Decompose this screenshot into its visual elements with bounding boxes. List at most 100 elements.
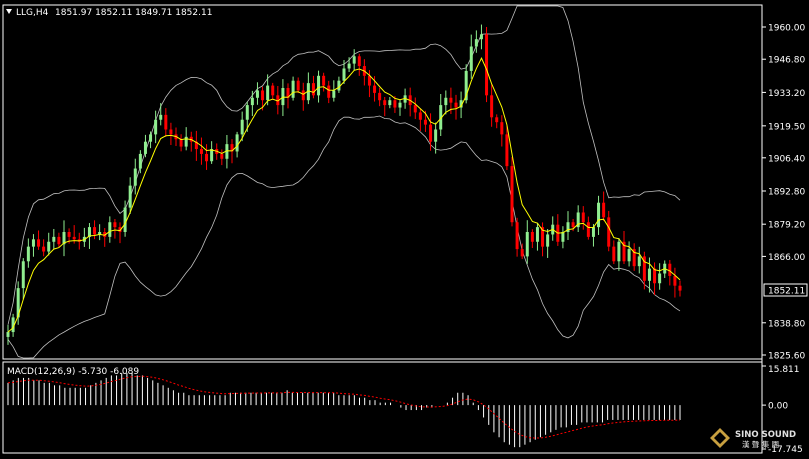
candle-body — [154, 119, 158, 135]
candle-body — [342, 68, 346, 81]
candle-body — [378, 92, 382, 101]
candle-body — [454, 102, 458, 108]
chart-header: LLG,H4 1851.97 1852.11 1849.71 1852.11 — [6, 8, 212, 18]
price-tick-label: 1838.80 — [768, 319, 805, 329]
candle-body — [149, 134, 153, 142]
candle-body — [383, 100, 387, 106]
candle-body — [505, 134, 509, 167]
macd-indicator — [7, 372, 681, 448]
candle-body — [235, 134, 239, 152]
price-tick-label: 1825.60 — [768, 352, 805, 362]
candle-body — [281, 88, 285, 106]
macd-label: MACD(12,26,9) -5.730 -6.089 — [7, 367, 139, 377]
candle-body — [653, 268, 657, 284]
symbol-timeframe: LLG,H4 — [16, 8, 49, 18]
ohlc-values: 1851.97 1852.11 1849.71 1852.11 — [55, 8, 212, 18]
candle-body — [296, 80, 300, 91]
bollinger-bands — [7, 5, 681, 359]
candle-body — [515, 222, 519, 250]
candle-body — [26, 246, 30, 262]
candle-body — [429, 124, 433, 142]
candle-body — [423, 119, 427, 125]
candle-body — [108, 222, 112, 237]
candle-body — [495, 117, 499, 123]
candle-body — [164, 114, 168, 130]
candles-group — [6, 24, 682, 345]
price-tick-label: 1879.20 — [768, 221, 805, 231]
price-tick-label: 1933.20 — [768, 89, 805, 99]
candle-body — [530, 232, 534, 242]
candle-body — [37, 239, 41, 247]
candle-body — [31, 239, 35, 247]
candle-body — [627, 249, 631, 262]
candle-body — [434, 129, 438, 142]
candle-body — [373, 85, 377, 93]
candle-body — [327, 85, 331, 98]
candle-body — [250, 97, 254, 106]
candle-body — [266, 85, 270, 101]
candle-body — [546, 234, 550, 247]
candle-body — [449, 97, 453, 103]
candle-body — [47, 241, 51, 252]
candle-body — [535, 227, 539, 242]
candle-body — [398, 102, 402, 108]
candle-body — [143, 141, 147, 154]
candle-body — [159, 114, 163, 120]
candle-body — [128, 185, 132, 208]
candle-body — [240, 119, 244, 135]
candle-body — [647, 268, 651, 281]
price-tick-label: 1946.80 — [768, 56, 805, 66]
lower-band-line — [7, 115, 681, 359]
candle-body — [52, 236, 56, 242]
candle-body — [678, 285, 682, 291]
candle-body — [113, 222, 117, 228]
chart-canvas: 1960.00 1946.80 1933.20 1919.50 1906.40 1892.… — [2, 4, 808, 455]
candle-body — [311, 83, 315, 96]
price-tick-label: 1866.00 — [768, 253, 805, 263]
candle-body — [6, 332, 10, 337]
candle-body — [469, 46, 473, 71]
candle-body — [205, 153, 209, 162]
candle-body — [317, 75, 321, 96]
candle-body — [72, 236, 76, 240]
candle-body — [322, 75, 326, 86]
candle-body — [591, 227, 595, 237]
ma-line — [7, 57, 681, 333]
candle-body — [332, 90, 336, 98]
candle-body — [133, 168, 137, 186]
candle-body — [637, 256, 641, 267]
candle-body — [42, 246, 46, 252]
macd-signal-line — [7, 375, 681, 439]
candle-body — [418, 112, 422, 120]
candle-body — [199, 149, 203, 154]
candle-body — [500, 122, 504, 135]
candle-body — [291, 80, 295, 98]
candle-body — [357, 56, 361, 67]
moving-average — [7, 57, 681, 333]
candle-body — [485, 34, 489, 96]
candle-body — [179, 139, 183, 147]
candle-body — [510, 166, 514, 223]
candle-body — [57, 236, 61, 245]
candle-body — [597, 202, 601, 228]
candle-body — [220, 153, 224, 159]
logo-subtitle: 漢 聲 集 團 — [742, 439, 779, 449]
candle-body — [301, 90, 305, 101]
candle-body — [21, 261, 25, 289]
current-price-marker: 1852.11 — [763, 283, 808, 297]
candle-body — [261, 90, 265, 101]
candle-body — [658, 273, 662, 284]
candle-body — [138, 153, 142, 169]
candle-body — [255, 90, 259, 98]
candle-body — [673, 275, 677, 286]
dropdown-triangle-icon[interactable] — [6, 9, 12, 14]
price-panel-frame — [2, 4, 763, 360]
candle-body — [413, 105, 417, 113]
candle-body — [490, 95, 494, 118]
current-price-label: 1852.11 — [768, 287, 805, 297]
candle-body — [367, 75, 371, 86]
candle-body — [607, 217, 611, 247]
candle-body — [245, 105, 249, 120]
candle-body — [123, 207, 127, 232]
candle-body — [271, 85, 275, 96]
